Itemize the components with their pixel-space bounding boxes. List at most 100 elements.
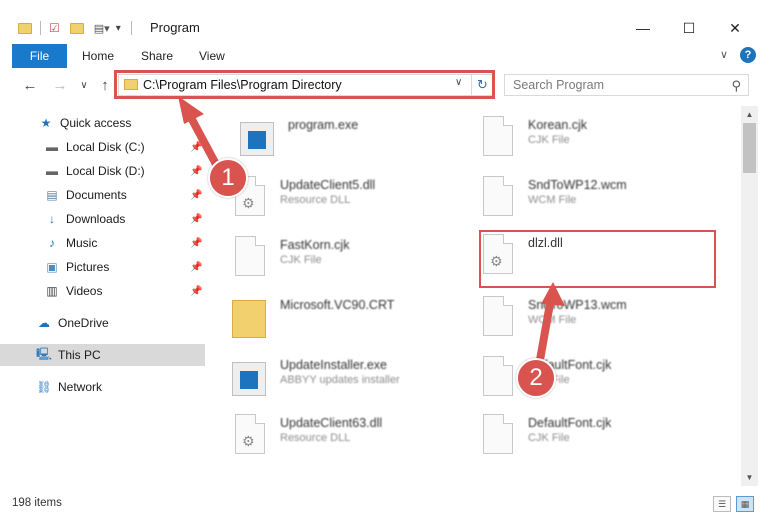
scroll-up-icon[interactable]: ▲ — [741, 106, 758, 123]
help-icon[interactable]: ? — [740, 47, 756, 63]
sidebar-item-quick-access[interactable]: ★ Quick access — [0, 112, 205, 134]
tab-share[interactable]: Share — [141, 44, 173, 68]
file-name: UpdateClient63.dll — [280, 416, 383, 430]
sidebar-item-network[interactable]: ⛓ Network — [0, 376, 205, 398]
sidebar-item-label: Documents — [66, 188, 127, 202]
list-item[interactable]: Korean.cjk CJK File — [480, 112, 710, 168]
sidebar-item-label: This PC — [58, 348, 101, 362]
exe-icon — [240, 116, 276, 162]
tab-file[interactable]: File — [12, 44, 67, 68]
folder-icon[interactable] — [18, 22, 32, 34]
network-icon: ⛓ — [36, 380, 52, 394]
search-box[interactable]: ⚲ — [504, 74, 749, 96]
customize-icon[interactable]: ▤▾ — [94, 22, 110, 35]
toolbar-dropdown-icon[interactable]: ▾ — [116, 23, 121, 34]
cloud-icon: ☁ — [38, 316, 50, 330]
file-name: UpdateClient5.dll — [280, 178, 376, 192]
file-highlight-box — [479, 230, 716, 288]
file-name: Microsoft.VC90.CRT — [280, 298, 395, 312]
document-icon — [232, 236, 268, 282]
sidebar-item-downloads[interactable]: ↓ Downloads 📌 — [0, 208, 205, 230]
documents-icon: ▤ — [46, 188, 58, 202]
back-button[interactable]: ← — [20, 75, 40, 95]
list-item[interactable]: SndToWP12.wcm WCM File — [480, 172, 710, 228]
ribbon-tabbar — [0, 44, 769, 68]
sidebar-item-local-disk-d[interactable]: ▬ Local Disk (D:) 📌 — [0, 160, 205, 182]
file-name: Korean.cjk — [528, 118, 588, 132]
new-folder-icon[interactable] — [69, 22, 84, 34]
recent-locations-button[interactable]: ∨ — [74, 75, 94, 95]
details-view-icon[interactable]: ☰ — [713, 496, 731, 512]
up-button[interactable]: ↑ — [95, 75, 115, 95]
tab-home[interactable]: Home — [82, 44, 114, 68]
pin-icon[interactable]: 📌 — [190, 214, 202, 225]
minimize-button[interactable]: — — [620, 14, 666, 42]
window-title: Program — [150, 20, 200, 35]
sidebar-item-documents[interactable]: ▤ Documents 📌 — [0, 184, 205, 206]
pin-icon[interactable]: 📌 — [190, 262, 202, 273]
list-item[interactable]: ⚙ UpdateClient63.dll Resource DLL — [232, 410, 462, 466]
step-badge-2: 2 — [516, 358, 556, 398]
file-type: Resource DLL — [280, 194, 351, 206]
status-bar — [0, 490, 769, 516]
folder-icon — [232, 296, 268, 342]
sidebar-item-this-pc[interactable]: 🖳 This PC — [0, 344, 205, 366]
sidebar-item-label: Pictures — [66, 260, 110, 274]
sidebar-item-label: Videos — [66, 284, 103, 298]
sidebar-item-label: Downloads — [66, 212, 126, 226]
pin-icon[interactable]: 📌 — [190, 166, 202, 177]
drive-icon: ▬ — [46, 164, 58, 178]
large-icons-view-icon[interactable]: ▦ — [736, 496, 754, 512]
list-item[interactable]: SndToWP13.wcm WCM File — [480, 292, 710, 348]
downloads-icon: ↓ — [49, 212, 55, 226]
computer-icon: 🖳 — [36, 346, 53, 361]
file-type: WCM File — [528, 194, 577, 206]
separator — [130, 21, 132, 35]
sidebar-item-local-disk-c[interactable]: ▬ Local Disk (C:) 📌 — [0, 136, 205, 158]
navigation-pane: ★ Quick access ▬ Local Disk (C:) 📌 ▬ Loc… — [0, 106, 205, 486]
list-item[interactable]: program.exe — [240, 112, 470, 168]
sidebar-item-videos[interactable]: ▥ Videos 📌 — [0, 280, 205, 302]
document-icon — [480, 414, 516, 460]
scroll-down-icon[interactable]: ▼ — [741, 469, 758, 486]
sidebar-item-label: Local Disk (D:) — [66, 164, 145, 178]
properties-icon[interactable]: ☑ — [49, 21, 60, 35]
sidebar-item-pictures[interactable]: ▣ Pictures 📌 — [0, 256, 205, 278]
sidebar-item-onedrive[interactable]: ☁ OneDrive — [0, 312, 205, 334]
list-item[interactable]: FastKorn.cjk CJK File — [232, 232, 462, 288]
exe-icon — [232, 356, 268, 402]
list-item[interactable]: DefaultFont.cjk CJK File — [480, 410, 710, 466]
sidebar-item-music[interactable]: ♪ Music 📌 — [0, 232, 205, 254]
scroll-thumb[interactable] — [743, 123, 756, 173]
list-item[interactable]: Microsoft.VC90.CRT — [232, 292, 462, 348]
file-name: program.exe — [288, 118, 359, 132]
file-type: WCM File — [528, 314, 577, 326]
pin-icon[interactable]: 📌 — [190, 142, 202, 153]
quick-access-toolbar: ☑ ▤▾ ▾ — [18, 20, 132, 36]
tab-view[interactable]: View — [199, 44, 225, 68]
item-count: 198 items — [12, 497, 62, 509]
pin-icon[interactable]: 📌 — [190, 190, 202, 201]
pin-icon[interactable]: 📌 — [190, 286, 202, 297]
file-name: FastKorn.cjk — [280, 238, 350, 252]
file-name: DefaultFont.cjk — [528, 416, 612, 430]
document-icon — [480, 356, 516, 402]
document-icon — [480, 296, 516, 342]
forward-button[interactable]: → — [50, 75, 70, 95]
pin-icon[interactable]: 📌 — [190, 238, 202, 249]
expand-ribbon-icon[interactable]: ∨ — [720, 48, 728, 61]
sidebar-item-label: Network — [58, 380, 103, 394]
list-item[interactable]: ⚙ UpdateClient5.dll Resource DLL — [232, 172, 462, 228]
sidebar-item-label: OneDrive — [58, 316, 109, 330]
file-type: ABBYY updates installer — [280, 374, 400, 386]
close-button[interactable]: ✕ — [712, 14, 758, 42]
search-input[interactable] — [505, 75, 715, 95]
list-item[interactable]: DefaultFont.cjk CJK File — [480, 352, 710, 408]
step-badge-1: 1 — [208, 158, 248, 198]
sidebar-item-label: Music — [66, 236, 98, 250]
pictures-icon: ▣ — [46, 260, 58, 274]
list-item[interactable]: UpdateInstaller.exe ABBYY updates instal… — [232, 352, 462, 408]
search-icon[interactable]: ⚲ — [731, 78, 741, 94]
maximize-button[interactable]: ☐ — [666, 14, 712, 42]
file-name: SndToWP13.wcm — [528, 298, 627, 312]
